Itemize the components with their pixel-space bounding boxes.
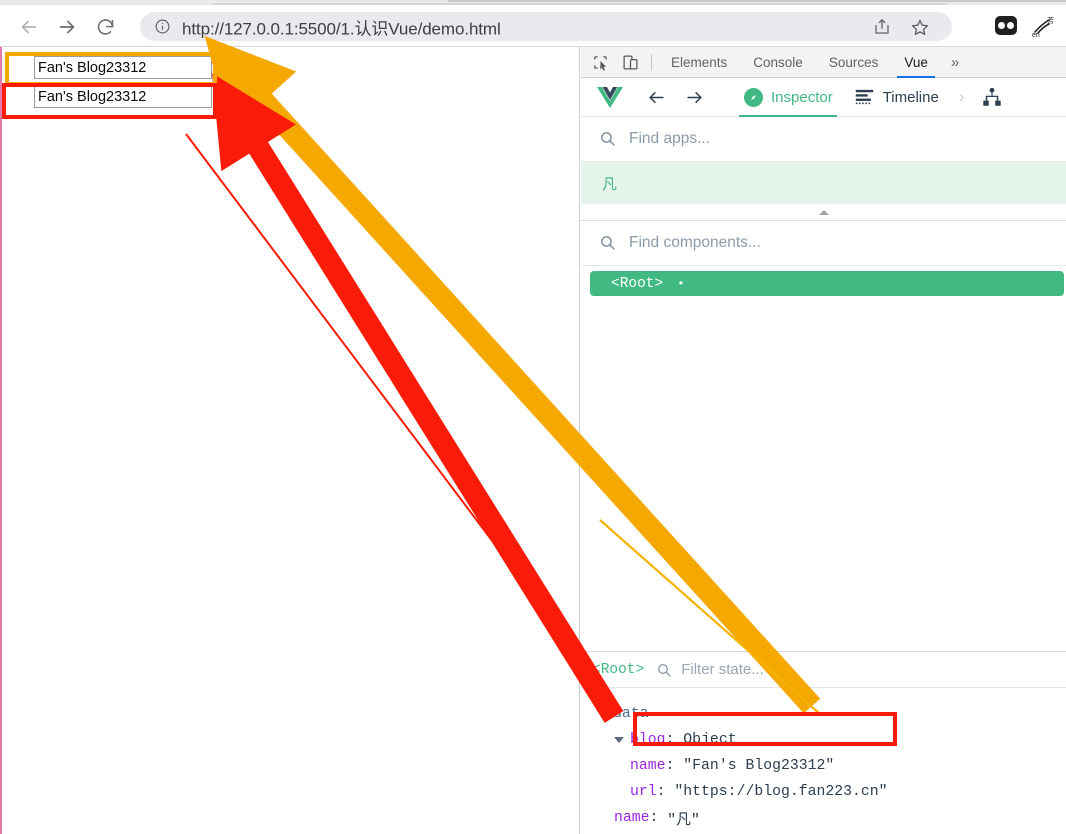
toolbar-divider xyxy=(651,53,652,71)
arrow-right-icon xyxy=(59,20,75,34)
arrow-right-icon xyxy=(686,91,702,103)
site-information-icon[interactable] xyxy=(154,18,171,35)
app-name-label: 凡 xyxy=(602,175,618,193)
reload-button[interactable] xyxy=(92,14,118,40)
annotation-box-second-input xyxy=(2,83,217,119)
inspect-element-icon[interactable] xyxy=(589,52,611,72)
vue-tab-inspector-label: Inspector xyxy=(771,88,833,106)
tab-console[interactable]: Console xyxy=(740,47,816,78)
url-text: http://127.0.0.1:5500/1.认识Vue/demo.html xyxy=(182,19,501,38)
search-icon xyxy=(599,234,617,252)
vue-back-button[interactable] xyxy=(641,82,671,112)
translate-extension-icon[interactable]: en 芳 xyxy=(1031,16,1055,40)
search-icon xyxy=(599,130,617,148)
arrow-left-icon xyxy=(648,91,664,103)
share-icon[interactable] xyxy=(872,18,894,36)
state-value-blog-name: "Fan's Blog23312" xyxy=(683,758,835,774)
more-tabs-button[interactable]: » xyxy=(941,47,969,78)
state-key-blog-name: name xyxy=(630,758,666,774)
find-apps-placeholder: Find apps... xyxy=(629,130,710,147)
timeline-icon xyxy=(855,87,875,107)
annotation-box-first-input xyxy=(5,52,217,86)
browser-toolbar: http://127.0.0.1:5500/1.认识Vue/demo.html … xyxy=(0,5,1066,47)
find-components-search[interactable]: Find components... xyxy=(581,221,1066,266)
screen: http://127.0.0.1:5500/1.认识Vue/demo.html … xyxy=(0,0,1066,834)
browser-tab-edge xyxy=(448,0,1066,2)
vue-logo-icon xyxy=(597,86,623,108)
viewport-left-edge xyxy=(0,47,2,834)
app-selector-item[interactable]: 凡 xyxy=(581,162,1066,204)
state-row-name[interactable]: name : "凡" xyxy=(581,805,1066,831)
component-hierarchy-icon[interactable] xyxy=(981,86,1003,108)
find-apps-search[interactable]: Find apps... xyxy=(581,117,1066,162)
collapse-apps-button[interactable] xyxy=(581,204,1066,221)
dark-reader-extension-icon[interactable] xyxy=(995,16,1019,40)
state-row-blog-url[interactable]: url : "https://blog.fan223.cn" xyxy=(581,779,1066,805)
component-bullet: • xyxy=(677,276,685,291)
caret-down-icon[interactable] xyxy=(597,711,607,717)
search-icon xyxy=(656,662,672,678)
svg-text:芳: 芳 xyxy=(1047,16,1054,25)
state-key-name: name xyxy=(614,810,650,826)
state-value-name: "凡" xyxy=(667,812,700,829)
device-toolbar-icon[interactable] xyxy=(619,52,641,72)
compass-icon xyxy=(743,87,763,107)
vue-tab-timeline[interactable]: Timeline xyxy=(855,78,939,117)
bookmark-star-icon[interactable] xyxy=(910,18,932,36)
annotation-box-state-name xyxy=(633,712,897,746)
vue-forward-button[interactable] xyxy=(679,82,709,112)
state-value-blog-url: "https://blog.fan223.cn" xyxy=(674,784,888,800)
forward-button[interactable] xyxy=(54,14,80,40)
state-scope-label: <Root> xyxy=(592,661,645,678)
caret-down-icon[interactable] xyxy=(614,737,624,743)
arrow-left-icon xyxy=(21,20,37,34)
devtools-tab-bar: Elements Console Sources Vue » xyxy=(581,47,1066,78)
collapse-up-icon xyxy=(818,209,829,215)
state-panel-header: <Root> Filter state... xyxy=(581,652,1066,688)
tab-sources[interactable]: Sources xyxy=(816,47,892,78)
reload-icon xyxy=(97,18,113,35)
chevron-right-icon[interactable]: › xyxy=(959,87,965,107)
address-bar[interactable]: http://127.0.0.1:5500/1.认识Vue/demo.html xyxy=(140,12,952,41)
page-viewport xyxy=(0,47,580,834)
back-button[interactable] xyxy=(16,14,42,40)
vue-devtools-toolbar: Inspector Timeline › xyxy=(581,78,1066,117)
component-name: <Root> xyxy=(611,275,664,292)
tab-elements[interactable]: Elements xyxy=(658,47,740,78)
state-key-blog-url: url xyxy=(630,784,657,800)
state-tree: data blog : Object name : "Fan's Blog233… xyxy=(581,688,1066,834)
find-components-placeholder: Find components... xyxy=(629,234,761,251)
component-row-root[interactable]: <Root> • xyxy=(590,271,1064,296)
vue-tab-inspector[interactable]: Inspector xyxy=(739,78,837,117)
vue-tab-timeline-label: Timeline xyxy=(882,88,939,106)
component-tree: <Root> • xyxy=(581,266,1066,296)
tab-vue[interactable]: Vue xyxy=(891,47,941,78)
filter-state-placeholder: Filter state... xyxy=(681,661,764,678)
state-row-blog-name[interactable]: name : "Fan's Blog23312" xyxy=(581,753,1066,779)
svg-text:en: en xyxy=(1032,32,1040,39)
